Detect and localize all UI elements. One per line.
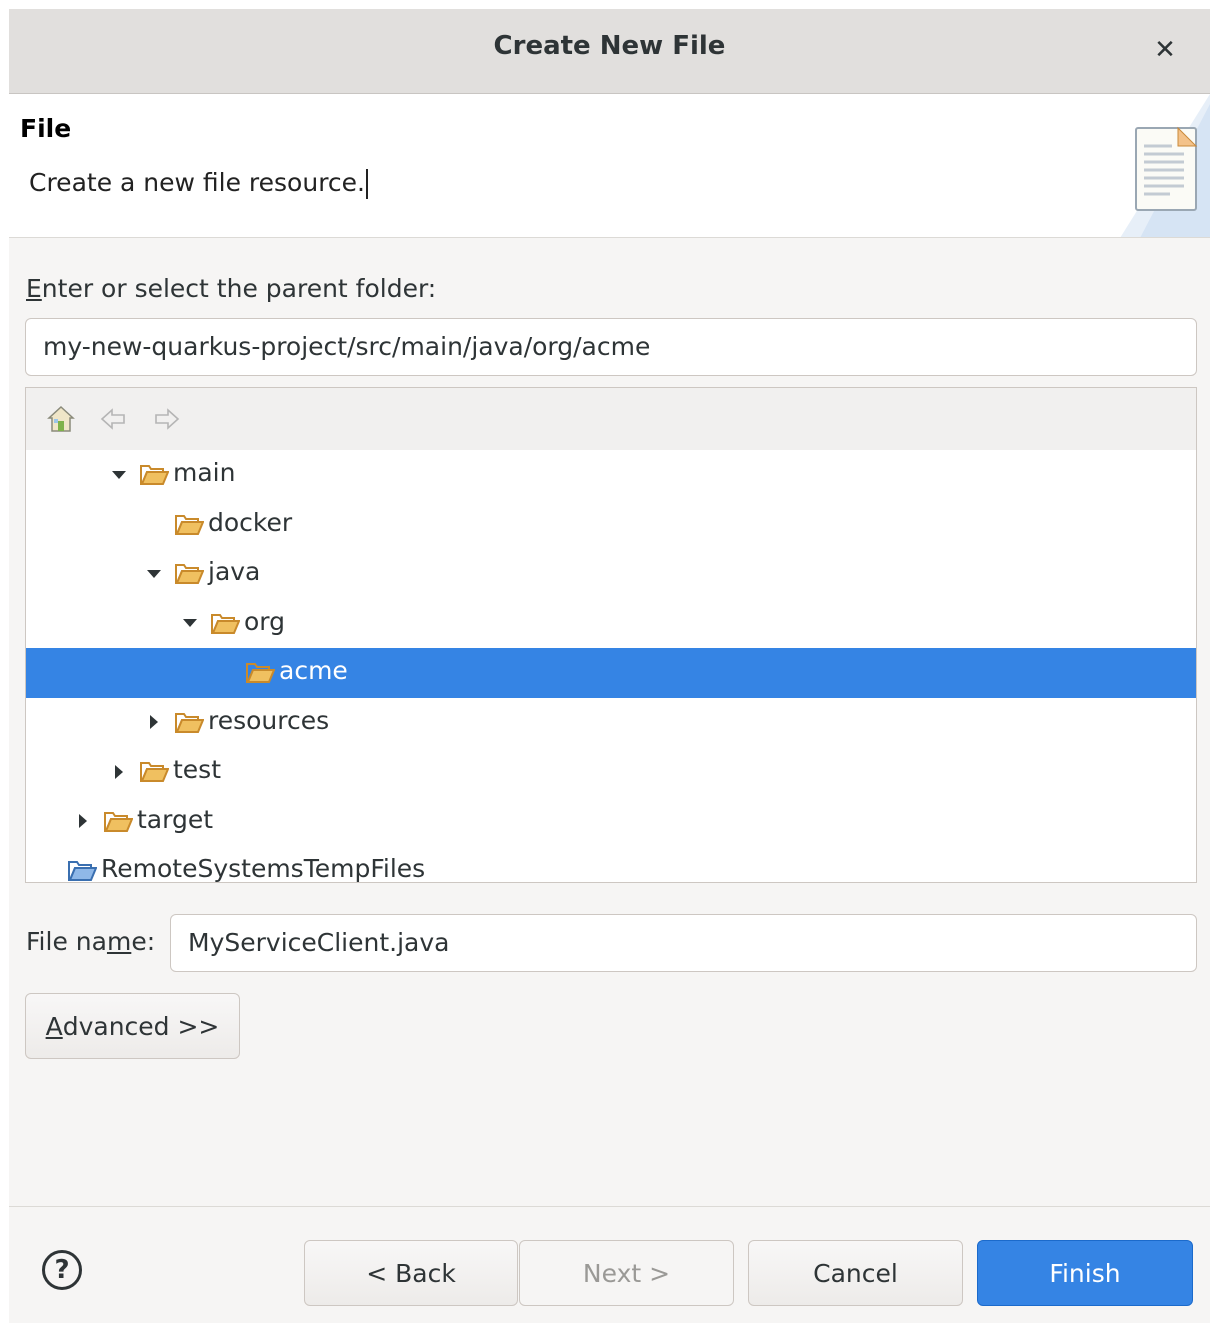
tree-row-org[interactable]: org [26,599,1196,649]
wizard-description-text: Create a new file resource. [29,168,365,197]
expanded-triangle-icon[interactable] [109,450,129,499]
file-name-mnemonic: m [106,927,132,956]
finish-button[interactable]: Finish [977,1240,1193,1306]
help-icon[interactable]: ? [42,1250,82,1290]
footer-divider [9,1206,1210,1207]
tree-row-test[interactable]: test [26,747,1196,797]
folder-open-icon [104,811,133,832]
text-caret [366,169,368,199]
folder-tree[interactable]: main docker java org acme resources test… [25,387,1197,883]
tree-toolbar [26,388,1196,450]
tree-row-label: RemoteSystemsTempFiles [101,854,426,883]
wizard-header: File Create a new file resource. [9,94,1210,238]
home-icon[interactable] [46,404,76,434]
new-file-wizard-icon [1120,94,1210,237]
tree-row-docker[interactable]: docker [26,500,1196,550]
collapsed-triangle-icon[interactable] [109,747,129,796]
folder-open-icon [175,514,204,535]
tree-row-target[interactable]: target [26,797,1196,847]
back-arrow-icon[interactable] [98,404,128,434]
tree-row-remote-systems-temp-files[interactable]: RemoteSystemsTempFiles [26,846,1196,883]
dialog-title: Create New File [493,31,726,61]
expanded-triangle-icon[interactable] [180,599,200,648]
forward-arrow-icon[interactable] [152,404,182,434]
next-button[interactable]: Next > [519,1240,734,1306]
tree-row-main[interactable]: main [26,450,1196,500]
expanded-triangle-icon[interactable] [144,549,164,598]
collapsed-triangle-icon[interactable] [144,698,164,747]
tree-row-label: java [208,557,261,586]
tree-row-label: test [173,755,222,784]
tree-row-label: target [137,804,214,834]
folder-open-icon [211,613,240,634]
parent-folder-input[interactable]: my-new-quarkus-project/src/main/java/org… [25,318,1197,376]
file-name-label: File name: [26,927,155,956]
parent-folder-label-text: nter or select the parent folder: [41,274,437,303]
wizard-title: File [20,114,72,143]
file-name-input[interactable]: MyServiceClient.java [170,914,1197,972]
file-name-label-a: File na [26,927,107,956]
folder-open-icon [175,564,204,584]
tree-row-resources[interactable]: resources [26,698,1196,748]
wizard-description: Create a new file resource. [29,168,368,199]
folder-open-icon [140,465,169,485]
tree-row-label: docker [208,507,293,537]
folder-open-icon [246,663,275,683]
tree-row-label: org [244,606,286,636]
project-folder-icon [68,861,97,881]
tree-row-java[interactable]: java [26,549,1196,599]
tree-rows: main docker java org acme resources test… [26,450,1196,883]
parent-folder-label: Enter or select the parent folder: [26,274,436,303]
advanced-button[interactable]: Advanced >> [25,993,240,1059]
parent-folder-mnemonic: E [26,274,42,303]
tree-row-acme[interactable]: acme [26,648,1196,698]
title-bar: Create New File ✕ [9,9,1210,94]
tree-row-label: resources [208,705,330,735]
folder-open-icon [175,712,204,733]
back-button[interactable]: < Back [304,1240,518,1306]
tree-row-label: main [173,458,236,487]
folder-open-icon [140,762,169,782]
file-name-label-b: e: [131,927,156,956]
close-icon[interactable]: ✕ [1148,33,1182,67]
collapsed-triangle-icon[interactable] [73,797,93,846]
advanced-label: dvanced >> [62,1011,220,1041]
cancel-button[interactable]: Cancel [748,1240,963,1306]
create-new-file-dialog: Create New File ✕ File Create a new file… [9,9,1210,1323]
tree-row-label: acme [279,656,348,685]
advanced-mnemonic: A [45,1011,63,1041]
